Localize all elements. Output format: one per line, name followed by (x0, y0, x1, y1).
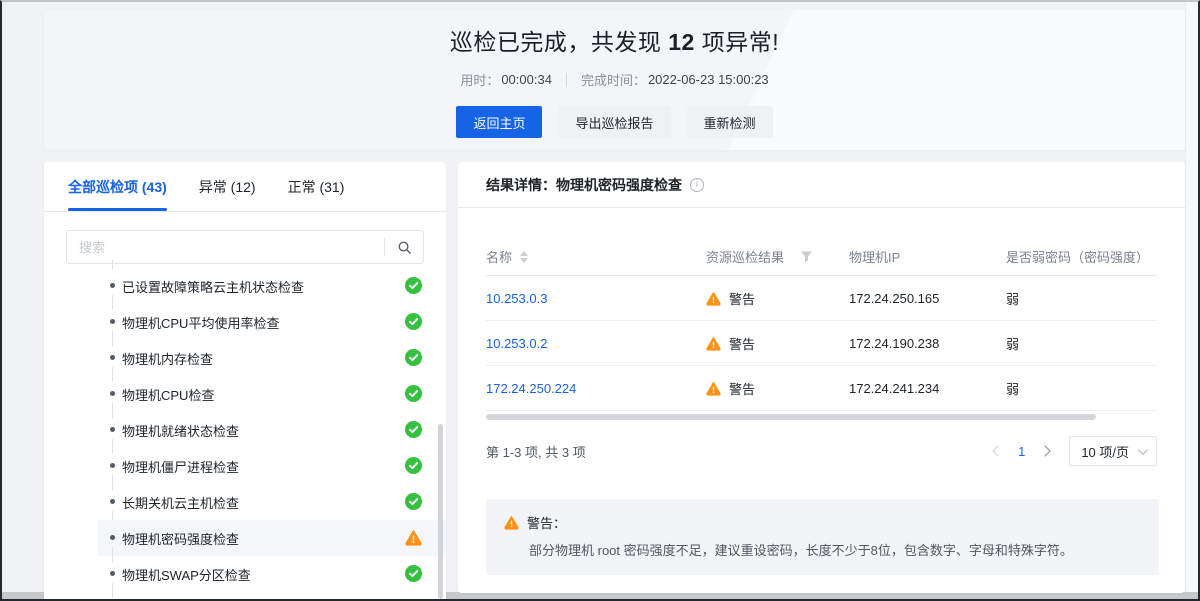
check-tabs: 全部巡检项 (43) 异常 (12) 正常 (31) (44, 162, 446, 212)
weak-password-cell: 弱 (1006, 334, 1157, 353)
finish-time-value: 2022-06-23 15:00:23 (648, 72, 769, 87)
success-icon (405, 493, 422, 510)
search-input[interactable] (67, 240, 384, 255)
check-item-label: 已设置故障策略云主机状态检查 (122, 277, 304, 296)
host-name-link[interactable]: 10.253.0.2 (486, 336, 547, 351)
filter-icon[interactable] (800, 250, 813, 263)
search-icon (397, 240, 412, 255)
success-icon (405, 349, 422, 366)
check-item[interactable]: 物理机CPU平均使用率检查 (44, 304, 446, 340)
table-row: 172.24.250.224 警告 172.24.241.234 弱 (486, 366, 1157, 411)
check-item-label: 物理机密码强度检查 (122, 529, 239, 548)
success-icon (405, 565, 422, 582)
summary-actions: 返回主页 导出巡检报告 重新检测 (44, 106, 1185, 138)
check-item[interactable]: 已设置故障策略云主机状态检查 (44, 268, 446, 304)
pagination-controls: 1 10 项/页 (994, 436, 1157, 466)
browser-scrollbar-track[interactable] (1185, 2, 1198, 592)
check-item-list: 已设置故障策略云主机状态检查 物理机CPU平均使用率检查 物理机内存检查 物理机… (44, 268, 446, 592)
pagination-summary: 第 1-3 项, 共 3 项 (486, 442, 586, 461)
inspection-result-page: 巡检已完成，共发现 12 项异常! 用时： 00:00:34 完成时间： 202… (0, 0, 1200, 601)
table-row: 10.253.0.3 警告 172.24.250.165 弱 (486, 276, 1157, 321)
export-report-button[interactable]: 导出巡检报告 (558, 106, 670, 138)
column-header-ip: 物理机IP (849, 247, 1006, 266)
warning-message: 部分物理机 root 密码强度不足，建议重设密码，长度不少于8位，包含数字、字母… (504, 541, 1141, 561)
ip-cell: 172.24.250.165 (849, 291, 1006, 306)
ip-cell: 172.24.241.234 (849, 381, 1006, 396)
host-name-link[interactable]: 10.253.0.3 (486, 291, 547, 306)
warning-icon (706, 336, 721, 351)
tab-all-items[interactable]: 全部巡检项 (43) (68, 162, 167, 211)
success-icon (405, 457, 422, 474)
check-item-label: 物理机CPU检查 (122, 385, 214, 404)
warning-icon (706, 381, 721, 396)
info-icon[interactable]: i (690, 178, 704, 192)
warning-message-box: 警告： 部分物理机 root 密码强度不足，建议重设密码，长度不少于8位，包含数… (486, 499, 1159, 575)
previous-page-icon[interactable] (992, 445, 1003, 456)
detail-header: 结果详情：物理机密码强度检查 i (458, 162, 1185, 208)
chevron-down-icon (1138, 445, 1148, 455)
result-table: 名称 资源巡检结果 物理机IP 是否弱密码（密码强度） 10.253.0.3 警… (486, 238, 1157, 411)
warning-icon (706, 291, 721, 306)
table-horizontal-scrollbar-thumb[interactable] (486, 414, 1096, 420)
column-header-weak-password: 是否弱密码（密码强度） (1006, 247, 1157, 266)
recheck-button[interactable]: 重新检测 (687, 106, 773, 138)
table-header-row: 名称 资源巡检结果 物理机IP 是否弱密码（密码强度） (486, 238, 1157, 276)
search-button[interactable] (385, 240, 423, 255)
check-item[interactable]: 物理机僵尸进程检查 (44, 448, 446, 484)
success-icon (405, 421, 422, 438)
success-icon (405, 277, 422, 294)
check-item-label: 物理机CPU平均使用率检查 (122, 313, 279, 332)
list-scrollbar-thumb[interactable] (438, 424, 443, 599)
check-item[interactable]: 物理机SWAP分区检查 (44, 556, 446, 592)
result-cell: 警告 (729, 289, 755, 308)
page-size-select[interactable]: 10 项/页 (1069, 436, 1157, 466)
summary-meta: 用时： 00:00:34 完成时间： 2022-06-23 15:00:23 (44, 70, 1185, 89)
page-title: 巡检已完成，共发现 12 项异常! (44, 23, 1185, 57)
search-box (66, 230, 424, 264)
check-item-label: 物理机就绪状态检查 (122, 421, 239, 440)
check-item[interactable]: 长期关机云主机检查 (44, 484, 446, 520)
weak-password-cell: 弱 (1006, 379, 1157, 398)
check-item[interactable]: 物理机CPU检查 (44, 376, 446, 412)
host-name-link[interactable]: 172.24.250.224 (486, 381, 576, 396)
warning-icon (405, 529, 422, 546)
check-item-label: 物理机SWAP分区检查 (122, 565, 251, 584)
check-item-selected[interactable]: 物理机密码强度检查 (44, 520, 446, 556)
warning-icon (504, 515, 519, 530)
check-item-label: 长期关机云主机检查 (122, 493, 239, 512)
ip-cell: 172.24.190.238 (849, 336, 1006, 351)
pagination: 第 1-3 项, 共 3 项 1 10 项/页 (486, 436, 1157, 466)
meta-divider (566, 73, 567, 87)
check-list-panel: 全部巡检项 (43) 异常 (12) 正常 (31) 已设置故障策略云主机状态检… (44, 162, 446, 599)
sort-icon[interactable] (520, 251, 528, 263)
page-size-value: 10 项/页 (1081, 442, 1129, 461)
warning-box-header: 警告： (504, 513, 1141, 532)
check-item[interactable]: 物理机就绪状态检查 (44, 412, 446, 448)
duration-value: 00:00:34 (501, 72, 552, 87)
check-item[interactable]: 物理机内存检查 (44, 340, 446, 376)
duration-label: 用时： (460, 70, 499, 89)
tab-normal[interactable]: 正常 (31) (288, 162, 345, 211)
weak-password-cell: 弱 (1006, 289, 1157, 308)
success-icon (405, 313, 422, 330)
warning-title: 警告： (527, 513, 566, 532)
column-header-name: 名称 (486, 247, 706, 266)
detail-title: 结果详情：物理机密码强度检查 (486, 175, 682, 195)
tab-abnormal[interactable]: 异常 (12) (199, 162, 256, 211)
table-row: 10.253.0.2 警告 172.24.190.238 弱 (486, 321, 1157, 366)
check-item-label: 物理机内存检查 (122, 349, 213, 368)
success-icon (405, 385, 422, 402)
check-item-label: 物理机僵尸进程检查 (122, 457, 239, 476)
summary-card: 巡检已完成，共发现 12 项异常! 用时： 00:00:34 完成时间： 202… (44, 10, 1185, 150)
result-detail-panel: 结果详情：物理机密码强度检查 i 名称 资源巡检结果 物理机IP 是否弱密码（密… (458, 162, 1185, 593)
next-page-icon[interactable] (1040, 445, 1051, 456)
result-cell: 警告 (729, 379, 755, 398)
result-cell: 警告 (729, 334, 755, 353)
back-home-button[interactable]: 返回主页 (456, 106, 542, 138)
column-header-result: 资源巡检结果 (706, 247, 849, 266)
current-page[interactable]: 1 (1018, 444, 1025, 459)
finish-time-label: 完成时间： (581, 70, 646, 89)
anomaly-count: 12 (668, 29, 695, 55)
